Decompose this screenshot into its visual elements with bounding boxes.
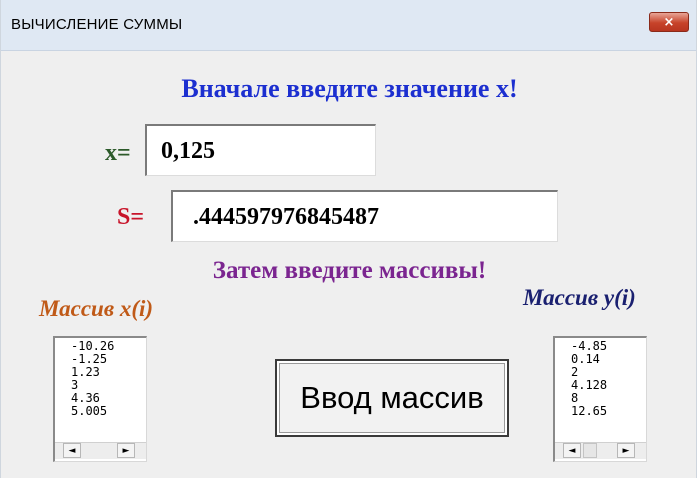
- x-input[interactable]: 0,125: [145, 124, 376, 176]
- app-window: ВЫЧИСЛЕНИЕ СУММЫ × Вначале введите значе…: [0, 0, 697, 478]
- list-item[interactable]: 12.65: [571, 405, 607, 418]
- array-y-label: Массив y(i): [523, 285, 636, 310]
- s-output-value: .444597976845487: [193, 204, 379, 230]
- instruction-enter-arrays: Затем введите массивы!: [212, 257, 487, 284]
- scroll-right-button[interactable]: ►: [117, 443, 135, 458]
- s-output-field[interactable]: .444597976845487: [171, 190, 558, 242]
- s-label: S=: [117, 204, 145, 230]
- array-x-items: -10.26 -1.25 1.23 3 4.36 5.005: [71, 340, 114, 418]
- array-x-scrollbar[interactable]: ◄ ►: [55, 442, 146, 459]
- title-bar[interactable]: ВЫЧИСЛЕНИЕ СУММЫ ×: [1, 0, 696, 51]
- x-input-value: 0,125: [161, 138, 215, 164]
- arrow-left-icon: ◄: [568, 445, 576, 456]
- scroll-thumb[interactable]: [583, 443, 597, 458]
- x-label: x=: [105, 140, 131, 166]
- input-array-button[interactable]: Ввод массив: [275, 359, 509, 437]
- close-button[interactable]: ×: [649, 12, 689, 32]
- scroll-right-button[interactable]: ►: [617, 443, 635, 458]
- scroll-left-button[interactable]: ◄: [63, 443, 81, 458]
- array-y-scrollbar[interactable]: ◄ ►: [555, 442, 646, 459]
- array-x-label: Массив x(i): [39, 296, 154, 321]
- array-y-items: -4.85 0.14 2 4.128 8 12.65: [571, 340, 607, 418]
- arrow-right-icon: ►: [122, 445, 130, 456]
- arrow-right-icon: ►: [622, 445, 630, 456]
- list-item[interactable]: 5.005: [71, 405, 114, 418]
- instruction-enter-x: Вначале введите значение x!: [181, 74, 518, 103]
- close-icon: ×: [663, 14, 675, 30]
- window-title: ВЫЧИСЛЕНИЕ СУММЫ: [11, 16, 183, 33]
- scroll-left-button[interactable]: ◄: [563, 443, 581, 458]
- array-y-listbox[interactable]: -4.85 0.14 2 4.128 8 12.65 ◄ ►: [553, 336, 647, 462]
- array-x-listbox[interactable]: -10.26 -1.25 1.23 3 4.36 5.005 ◄ ►: [53, 336, 147, 462]
- arrow-left-icon: ◄: [68, 445, 76, 456]
